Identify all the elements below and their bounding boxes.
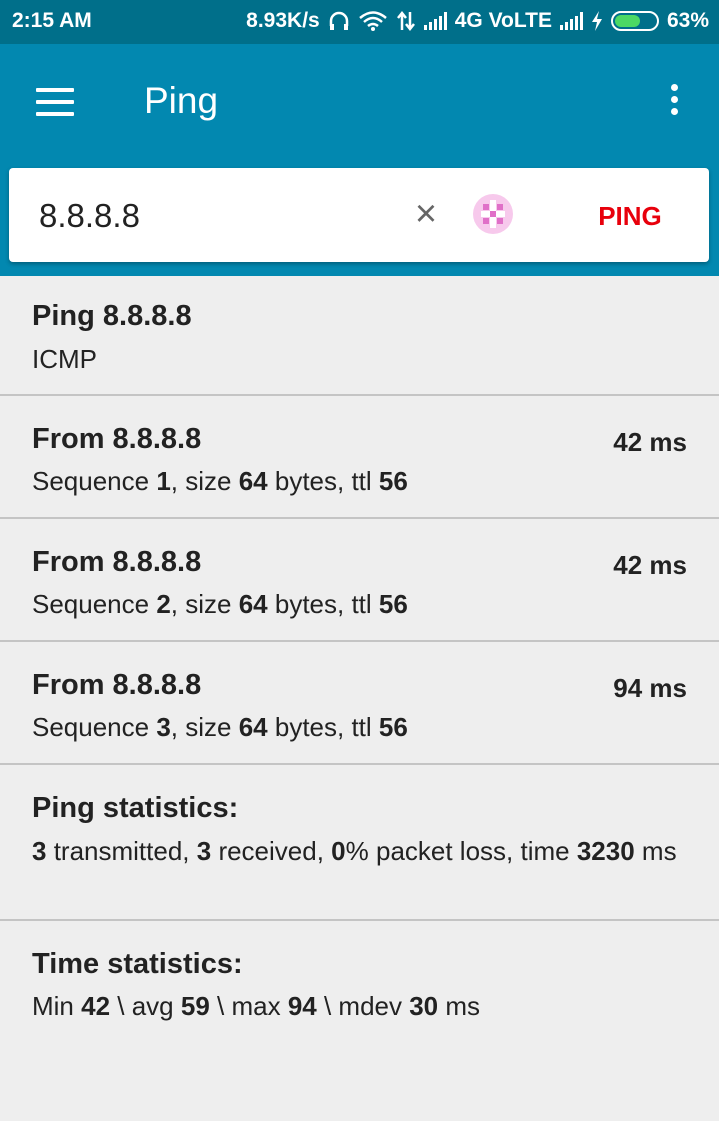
signal-icon bbox=[423, 12, 447, 30]
reply-details: Sequence 1, size 64 bytes, ttl 56 bbox=[32, 466, 408, 496]
time-statistics-text: Min 42 \ avg 59 \ max 94 \ mdev 30 ms bbox=[32, 991, 481, 1021]
reply-details: Sequence 3, size 64 bytes, ttl 56 bbox=[32, 712, 408, 742]
list-item: From 8.8.8.8 94 ms Sequence 3, size 64 b… bbox=[0, 642, 719, 765]
ping-statistics-row: Ping statistics: 3 transmitted, 3 receiv… bbox=[0, 765, 719, 921]
network-speed: 8.93K/s bbox=[246, 9, 320, 32]
host-search-card: × PING bbox=[9, 168, 709, 262]
hamburger-menu-icon[interactable] bbox=[36, 88, 74, 118]
headphones-icon bbox=[329, 11, 348, 30]
reply-time: 42 ms bbox=[613, 427, 687, 457]
battery-icon bbox=[610, 11, 659, 31]
reply-from: From 8.8.8.8 bbox=[32, 546, 202, 578]
page-title: Ping bbox=[144, 80, 219, 121]
ping-protocol: ICMP bbox=[32, 344, 97, 374]
reply-from: From 8.8.8.8 bbox=[32, 669, 202, 701]
ping-button[interactable]: PING bbox=[575, 198, 685, 234]
network-type: 4G VoLTE bbox=[454, 9, 552, 32]
signal-icon-2 bbox=[559, 12, 583, 30]
ping-header-row: Ping 8.8.8.8 ICMP bbox=[0, 276, 719, 396]
ping-statistics-text: 3 transmitted, 3 received, 0% packet los… bbox=[32, 836, 677, 866]
list-item: From 8.8.8.8 42 ms Sequence 2, size 64 b… bbox=[0, 519, 719, 642]
data-transfer-icon bbox=[396, 10, 415, 32]
dice-icon[interactable] bbox=[471, 192, 515, 236]
battery-percent: 63% bbox=[666, 9, 709, 32]
status-icons: 8.93K/s 4G VoLTE 63% bbox=[246, 9, 709, 33]
battery-level bbox=[614, 15, 640, 27]
results-list: Ping 8.8.8.8 ICMP From 8.8.8.8 42 ms Seq… bbox=[0, 276, 719, 1121]
reply-time: 94 ms bbox=[613, 673, 687, 703]
more-vert-icon[interactable] bbox=[666, 84, 682, 124]
status-time: 2:15 AM bbox=[12, 9, 92, 32]
status-bar: 2:15 AM 8.93K/s 4G VoLTE 63% bbox=[0, 0, 719, 44]
close-icon[interactable]: × bbox=[411, 194, 441, 234]
ping-statistics-title: Ping statistics: bbox=[32, 792, 239, 824]
reply-from: From 8.8.8.8 bbox=[32, 423, 202, 455]
time-statistics-title: Time statistics: bbox=[32, 948, 243, 980]
time-statistics-row: Time statistics: Min 42 \ avg 59 \ max 9… bbox=[0, 921, 719, 1121]
reply-details: Sequence 2, size 64 bytes, ttl 56 bbox=[32, 589, 408, 619]
host-input[interactable] bbox=[39, 194, 379, 238]
charging-icon bbox=[591, 11, 602, 31]
ping-target-title: Ping 8.8.8.8 bbox=[32, 300, 192, 332]
wifi-icon bbox=[358, 11, 387, 31]
reply-time: 42 ms bbox=[613, 550, 687, 580]
list-item: From 8.8.8.8 42 ms Sequence 1, size 64 b… bbox=[0, 396, 719, 519]
